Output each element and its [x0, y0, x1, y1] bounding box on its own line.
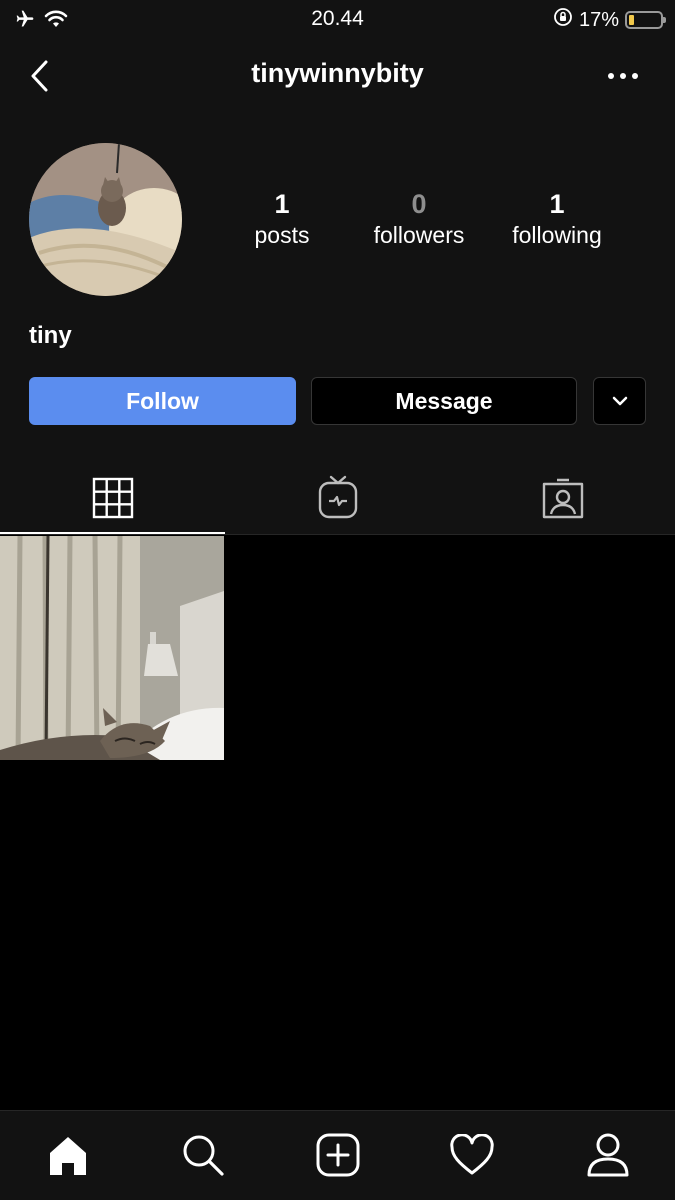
- tagged-icon: [542, 478, 583, 519]
- post-photo: [0, 536, 224, 760]
- stat-following[interactable]: 1 following: [487, 188, 627, 250]
- nav-new-post[interactable]: [313, 1130, 363, 1180]
- nav-activity[interactable]: [447, 1130, 497, 1180]
- profile-name: tiny: [29, 322, 72, 349]
- stat-posts[interactable]: 1 posts: [212, 188, 352, 250]
- posts-label: posts: [254, 222, 310, 248]
- igtv-icon: [318, 475, 357, 519]
- battery-percent: 17%: [578, 8, 619, 31]
- avatar-photo: [29, 143, 182, 296]
- orientation-lock-icon: [553, 7, 573, 33]
- heart-icon: [450, 1134, 494, 1175]
- followers-label: followers: [373, 222, 465, 248]
- followers-count: 0: [411, 189, 427, 219]
- chevron-down-icon: [612, 396, 627, 406]
- tab-tagged[interactable]: [450, 462, 675, 534]
- following-label: following: [512, 222, 602, 248]
- message-button[interactable]: Message: [311, 377, 577, 425]
- tab-grid[interactable]: [0, 462, 225, 534]
- nav-profile[interactable]: [583, 1130, 633, 1180]
- status-bar: 20.44 17%: [0, 0, 675, 38]
- grid-icon: [92, 477, 133, 519]
- post-thumbnail[interactable]: [0, 536, 224, 760]
- more-options-button[interactable]: [605, 66, 641, 86]
- tab-igtv[interactable]: [225, 462, 450, 534]
- following-count: 1: [549, 189, 565, 219]
- home-icon: [50, 1137, 86, 1175]
- page-title: tinywinnybity: [251, 58, 424, 88]
- follow-button[interactable]: Follow: [29, 377, 296, 425]
- new-post-icon: [316, 1133, 360, 1177]
- stat-followers[interactable]: 0 followers: [349, 188, 489, 250]
- avatar[interactable]: [29, 143, 182, 296]
- status-right: 17%: [553, 7, 666, 33]
- suggested-dropdown-button[interactable]: [593, 377, 646, 425]
- ellipsis-icon: [608, 73, 638, 79]
- nav-search[interactable]: [178, 1130, 228, 1180]
- battery-icon: [625, 11, 666, 29]
- profile-icon: [587, 1133, 629, 1177]
- posts-count: 1: [274, 189, 290, 219]
- search-icon: [183, 1135, 224, 1176]
- nav-home[interactable]: [43, 1130, 93, 1180]
